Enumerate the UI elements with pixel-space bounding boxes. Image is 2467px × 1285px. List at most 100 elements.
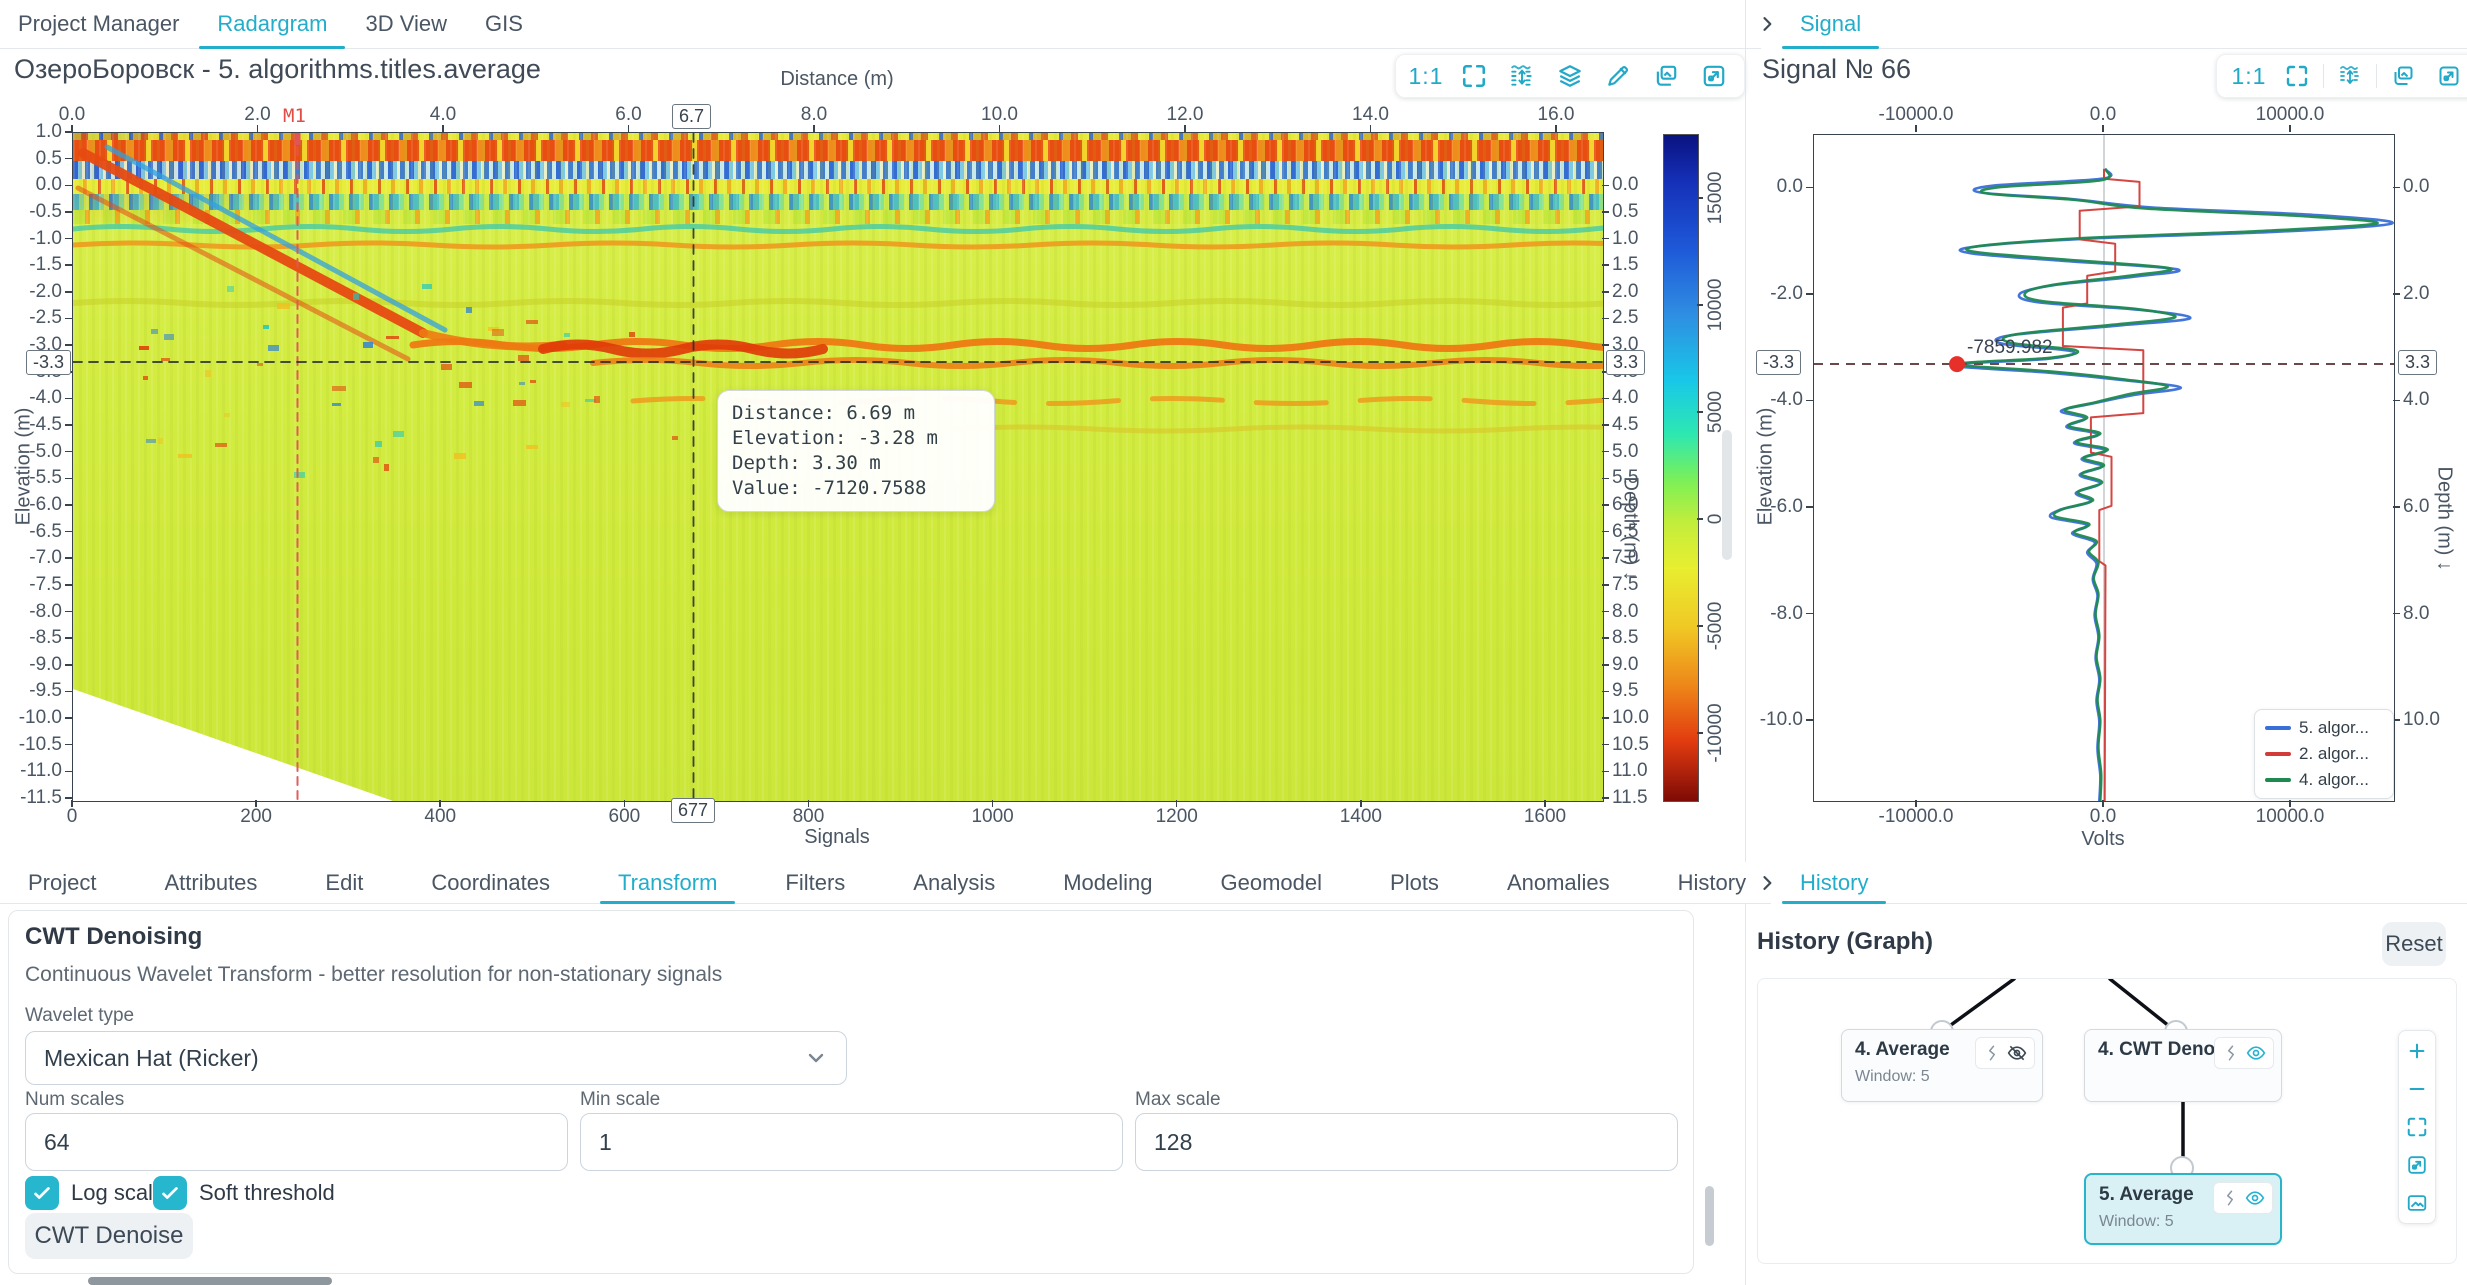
tab-gis[interactable]: GIS [483,0,525,48]
tab-analysis[interactable]: Analysis [911,862,997,903]
history-node-4-cwt-denoise[interactable]: 4. CWT Denoise [2084,1029,2282,1102]
tab-project-manager[interactable]: Project Manager [16,0,181,48]
eye-off-icon[interactable] [2007,1043,2027,1063]
reset-button[interactable]: Reset [2382,922,2446,966]
legend-label: 5. algor... [2299,718,2369,738]
axis-tick-mark [1915,800,1917,807]
chevron-down-icon [804,1046,828,1070]
tab-plots[interactable]: Plots [1388,862,1441,903]
radargram-plot[interactable]: Distance: 6.69 mElevation: -3.28 mDepth:… [72,132,1604,802]
collapse-history-panel-button[interactable] [1746,862,1789,903]
axis-tick-label: 800 [793,806,825,828]
axis-tick-label: 5.0 [1612,441,1638,463]
vertical-scrollbar-thumb[interactable] [1705,1186,1714,1246]
images-icon[interactable] [2383,57,2423,95]
tab-signal[interactable]: Signal [1798,0,1863,48]
wavelet-type-select[interactable]: Mexican Hat (Ricker) [25,1031,847,1085]
axis-tick-label: 0.0 [1777,176,1803,198]
legend-label: 4. algor... [2299,770,2369,790]
axis-tick-mark [1806,719,1813,721]
images-icon[interactable] [1646,57,1686,95]
axis-tick-label: -4.0 [29,387,62,409]
axis-tick-mark [1806,400,1813,402]
legend-swatch [2265,752,2291,756]
axis-tick-label: 0 [1705,514,1727,525]
legend-item: 4. algor... [2265,770,2383,790]
axis-tick-label: 0.0 [2090,806,2116,828]
radargram-scrollbar-thumb[interactable] [1722,430,1732,560]
fit-view-icon[interactable] [2402,1113,2432,1141]
radargram-title: ОзероБоровск - 5. algorithms.titles.aver… [14,54,541,85]
axis-tick-label: 600 [609,806,641,828]
axis-tick-label: -8.0 [1770,603,1803,625]
tab-history[interactable]: History [1798,862,1870,903]
tab-filters[interactable]: Filters [783,862,847,903]
eye-icon[interactable] [2246,1043,2266,1063]
num-scales-input[interactable]: 64 [25,1113,568,1171]
export-image-icon[interactable] [2402,1189,2432,1217]
tab-history[interactable]: History [1676,862,1748,903]
axis-tick-label: -9.0 [29,654,62,676]
history-node-5-average[interactable]: 5. AverageWindow: 5 [2084,1173,2282,1245]
zoom-in-icon[interactable] [2402,1037,2432,1065]
axis-tick-mark [1602,451,1609,453]
min-scale-input[interactable]: 1 [580,1113,1123,1171]
zoom-1-1-button[interactable]: 1:1 [2227,57,2271,95]
amplitude-stretch-icon[interactable] [1502,57,1542,95]
fullscreen-icon[interactable] [2277,57,2317,95]
axis-tick-mark [2102,125,2104,132]
axis-tick-label: -8.0 [29,601,62,623]
max-scale-input[interactable]: 128 [1135,1113,1678,1171]
signal-toolbar: 1:1 [2216,54,2467,98]
open-external-icon[interactable] [2402,1151,2432,1179]
history-node-4-average[interactable]: 4. AverageWindow: 5 [1841,1029,2043,1102]
axis-tick-label: 5000 [1705,391,1727,433]
axis-tick-label: 8.0 [801,104,827,126]
tab-anomalies[interactable]: Anomalies [1505,862,1612,903]
fullscreen-icon[interactable] [1454,57,1494,95]
check-icon [31,1182,53,1204]
axis-tick-label: -5000 [1705,602,1727,651]
axis-tick-mark [65,504,72,506]
legend-swatch [2265,778,2291,782]
tab-transform[interactable]: Transform [616,862,719,903]
open-external-icon[interactable] [2429,57,2467,95]
signal-plot[interactable]: -7859.982 5. algor...2. algor...4. algor… [1813,134,2395,802]
tab-radargram[interactable]: Radargram [215,0,329,48]
soft-threshold-checkbox[interactable] [153,1176,187,1210]
axis-tick-label: 0.0 [2090,104,2116,126]
amplitude-stretch-icon[interactable] [2330,57,2370,95]
axis-tick-label: 0.0 [36,174,62,196]
axis-tick-mark [1806,293,1813,295]
axis-tick-label: 15000 [1705,172,1727,225]
axis-tick-mark [65,185,72,187]
tab-project[interactable]: Project [26,862,98,903]
zoom-1-1-button[interactable]: 1:1 [1406,57,1446,95]
history-graph-canvas[interactable]: 4. AverageWindow: 5 4. CWT Denoise 5. Aver… [1757,978,2457,1264]
axis-tick-mark [1602,531,1609,533]
axis-tick-mark [1602,744,1609,746]
tab-modeling[interactable]: Modeling [1061,862,1154,903]
collapse-signal-panel-button[interactable] [1746,0,1789,48]
axis-tick-mark [1602,584,1609,586]
axis-tick-label: 5.5 [1612,467,1638,489]
tab-coordinates[interactable]: Coordinates [429,862,552,903]
axis-tick-label: 14.0 [1352,104,1389,126]
cwt-denoise-button[interactable]: CWT Denoise [25,1213,193,1259]
zoom-out-icon[interactable] [2402,1075,2432,1103]
axis-tick-label: 1.5 [1612,254,1638,276]
log-scale-checkbox[interactable] [25,1176,59,1210]
layers-icon[interactable] [1550,57,1590,95]
signal-volts-axis-title: Volts [2081,828,2124,851]
tab-geomodel[interactable]: Geomodel [1219,862,1325,903]
tab-attributes[interactable]: Attributes [162,862,259,903]
horizontal-scrollbar-thumb[interactable] [88,1277,332,1285]
eye-icon[interactable] [2245,1188,2265,1208]
open-external-icon[interactable] [1694,57,1734,95]
tab-3d-view[interactable]: 3D View [363,0,449,48]
axis-tick-mark [1360,800,1362,807]
pencil-icon[interactable] [1598,57,1638,95]
axis-tick-mark [1915,125,1917,132]
tab-edit[interactable]: Edit [323,862,365,903]
marker-m1-label[interactable]: M1 [283,105,306,127]
